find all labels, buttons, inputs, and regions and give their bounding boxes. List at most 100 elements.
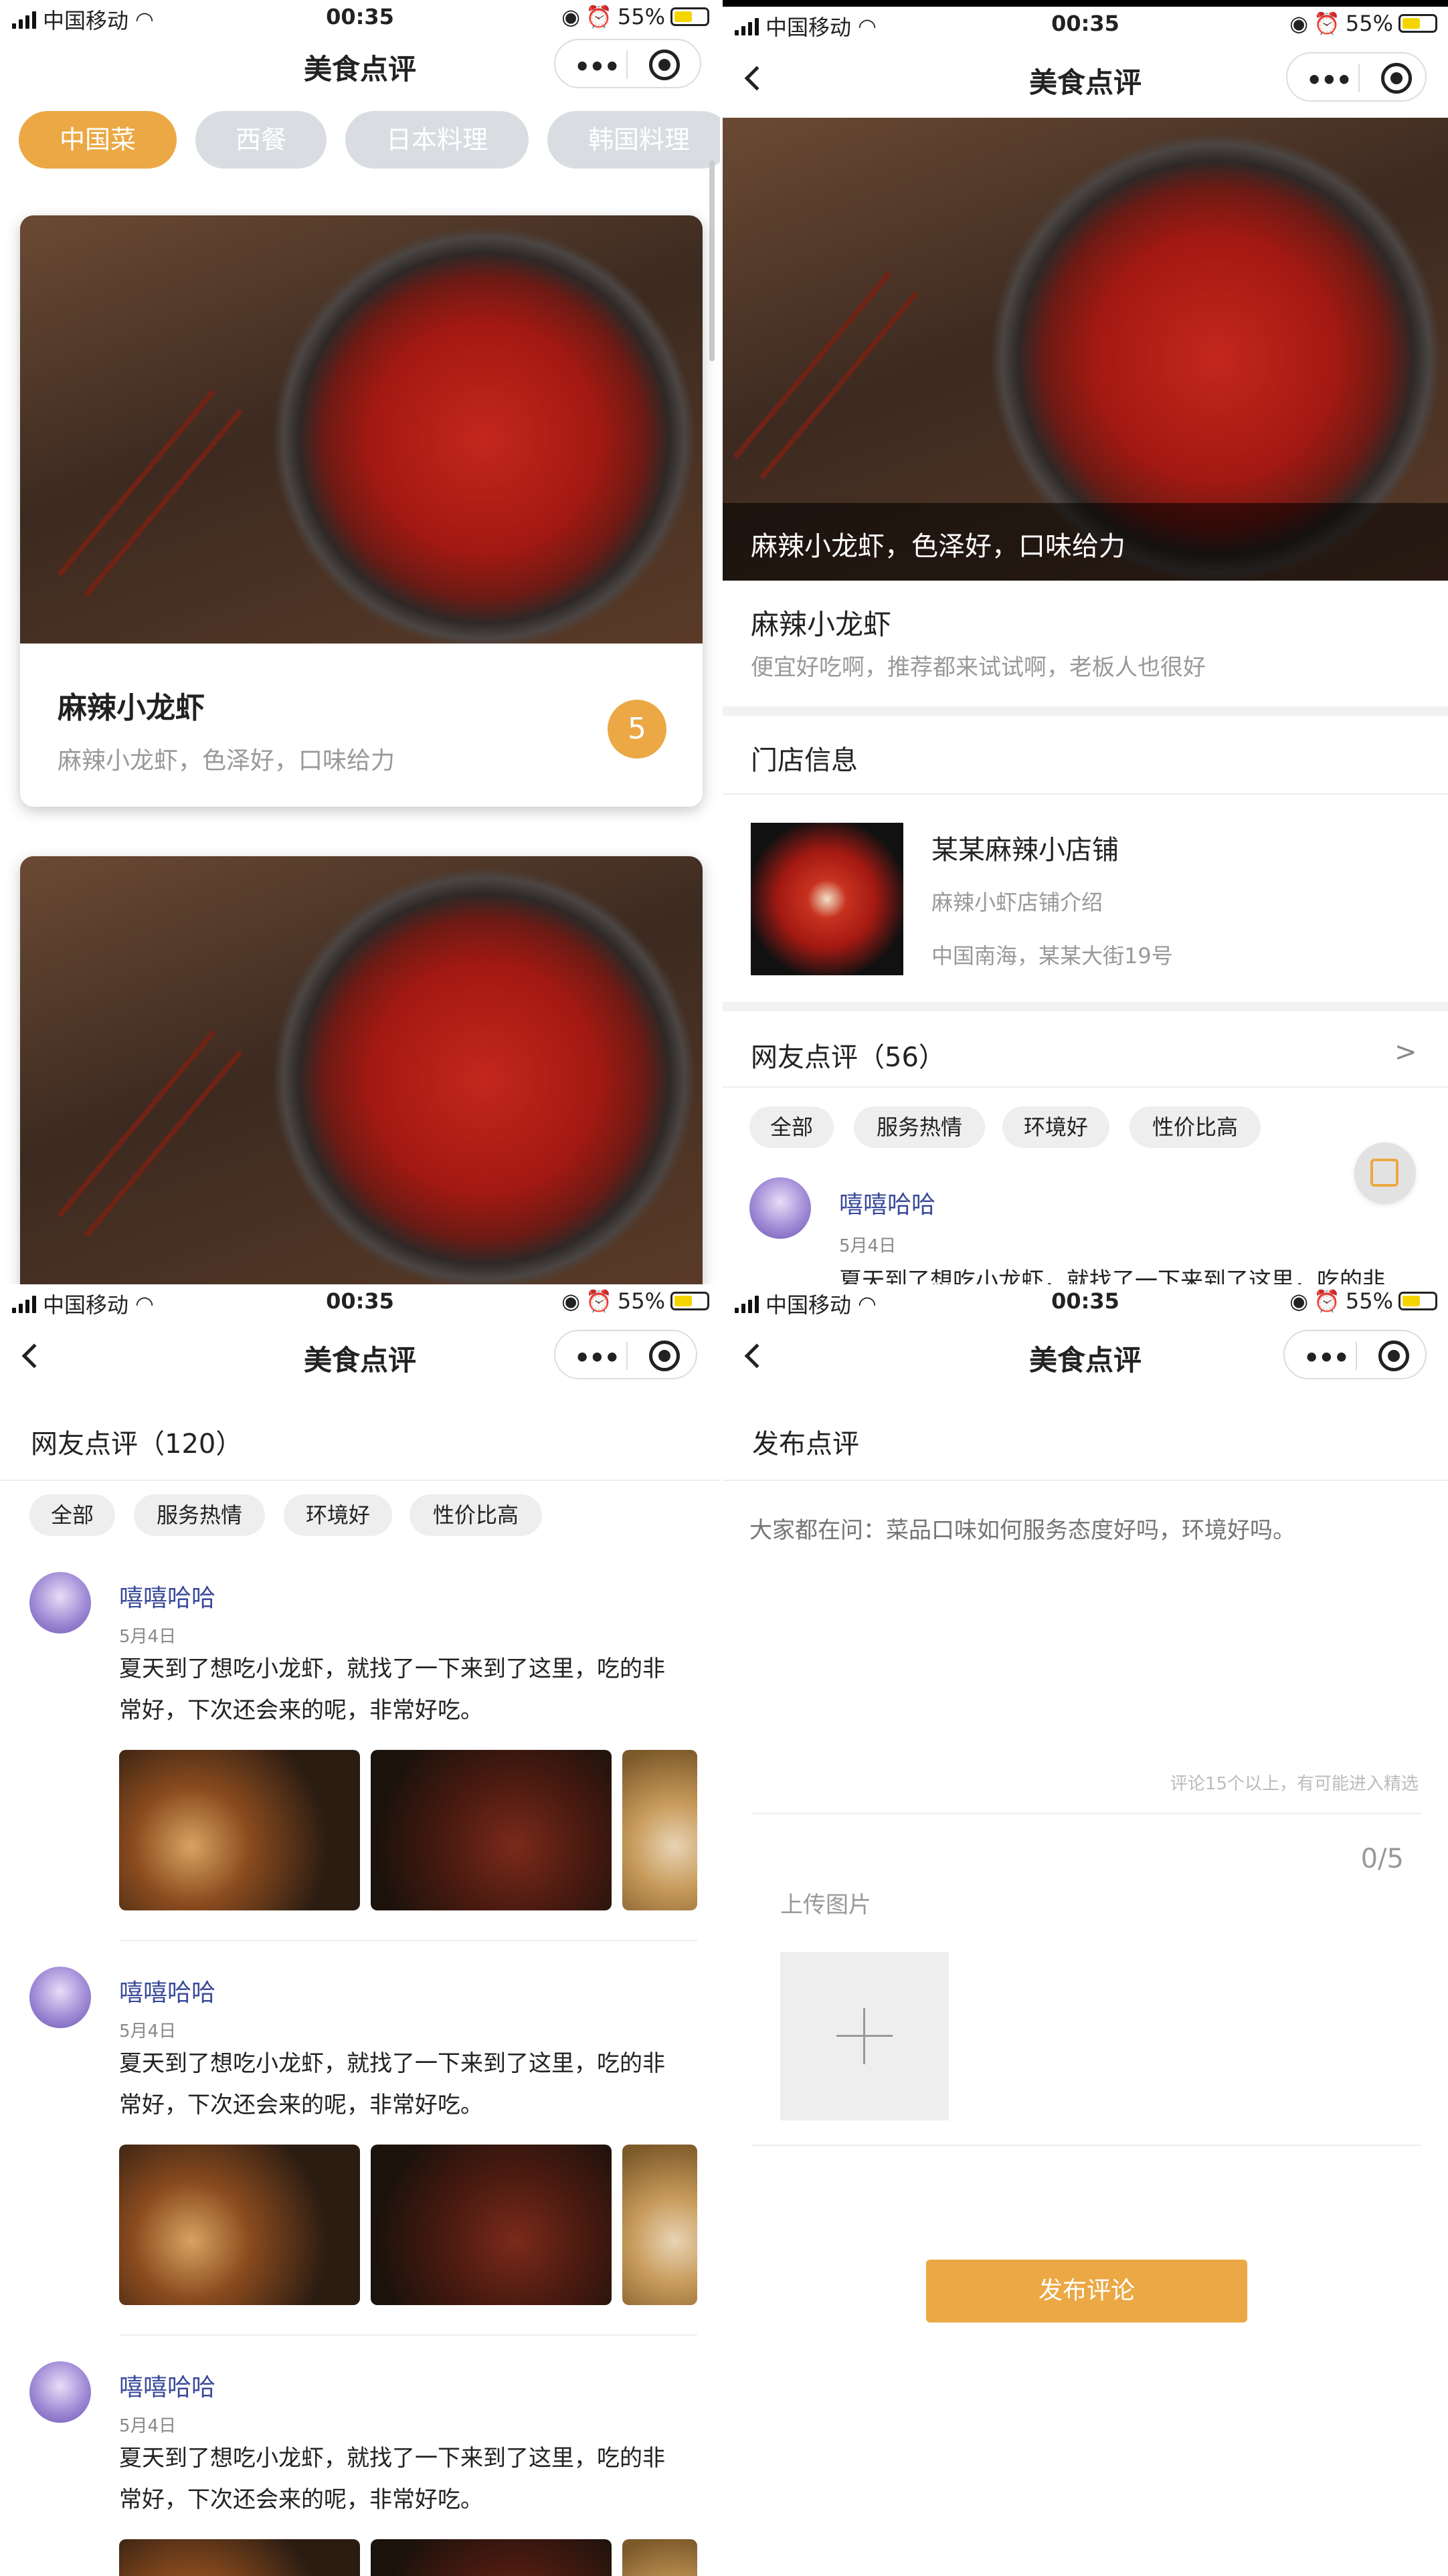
review-photo[interactable] [622,2539,697,2576]
review-photo[interactable] [622,1750,697,1910]
lock-icon: ◉ [1289,1288,1309,1314]
review-user[interactable]: 嘻嘻哈哈 [839,1185,935,1220]
battery-icon [1398,1292,1437,1310]
review-date: 5月4日 [119,1627,177,1647]
review-text: 夏天到了想吃小龙虾，就找了一下来到了这里，吃的非 [839,1268,1385,1284]
alarm-icon: ⏰ [585,1288,612,1314]
review-photo[interactable] [371,1750,612,1910]
battery-icon [670,7,709,26]
more-icon[interactable]: ••• [574,1343,620,1373]
food-card[interactable] [20,856,703,1284]
mini-program-capsule: ••• [554,39,701,88]
detail-screen: 中国移动 ◠ 00:35 ◉ ⏰ 55% 美食点评 ••• 麻辣小龙虾，色泽好，口味给… [723,0,1448,1284]
review-user[interactable]: 嘻嘻哈哈 [119,1579,215,1613]
store-name: 某某麻辣小店铺 [931,835,1119,866]
write-review-button[interactable] [1354,1143,1416,1204]
tag-service[interactable]: 服务热情 [854,1106,985,1148]
tag-all[interactable]: 全部 [749,1106,834,1148]
close-target-icon[interactable] [649,49,680,80]
dish-name: 麻辣小龙虾 [751,608,892,641]
store-image [751,823,903,975]
edit-icon [1370,1159,1398,1187]
close-target-icon[interactable] [1381,63,1412,94]
dish-desc: 便宜好吃啊，推荐都来试试啊，老板人也很好 [751,654,1206,681]
upload-image-button[interactable] [780,1952,949,2120]
mini-program-capsule: ••• [1286,52,1427,102]
avatar [29,1572,91,1633]
alarm-icon: ⏰ [585,4,612,29]
battery-percent: 55% [617,4,665,29]
review-date: 5月4日 [839,1236,897,1256]
store-card[interactable]: 某某麻辣小店铺 麻辣小虾店铺介绍 中国南海，某某大街19号 [723,795,1448,1002]
review-text-line: 常好，下次还会来的呢，非常好吃。 [119,2092,483,2118]
more-icon[interactable]: ••• [1306,66,1352,95]
food-image [20,215,703,643]
review-photo[interactable] [371,2539,612,2576]
card-desc: 麻辣小龙虾，色泽好，口味给力 [58,747,395,775]
review-user[interactable]: 嘻嘻哈哈 [119,2368,215,2403]
review-date: 5月4日 [119,2021,177,2042]
score-badge: 5 [608,700,666,759]
review-text-line: 常好，下次还会来的呢，非常好吃。 [119,1697,483,1724]
nav-bar: 美食点评 ••• [0,1324,720,1385]
review-text-line: 常好，下次还会来的呢，非常好吃。 [119,2486,483,2513]
nav-bar: 美食点评 ••• [0,33,720,94]
tag-value[interactable]: 性价比高 [1129,1106,1261,1148]
alarm-icon: ⏰ [1314,11,1340,36]
reviews-title: 网友点评（120） [31,1429,243,1460]
image-count: 0/5 [1360,1844,1404,1874]
more-icon[interactable]: ••• [574,52,620,82]
store-section-title: 门店信息 [751,745,858,776]
tag-service[interactable]: 服务热情 [134,1494,265,1536]
review-date: 5月4日 [119,2416,177,2436]
tag-environment[interactable]: 环境好 [1002,1106,1109,1148]
battery-percent: 55% [617,1288,665,1314]
tab-korean[interactable]: 韩国料理 [547,111,720,169]
mini-program-capsule: ••• [1283,1330,1427,1379]
close-target-icon[interactable] [1378,1341,1409,1371]
review-textarea[interactable] [749,1512,1419,1699]
tag-all[interactable]: 全部 [29,1494,115,1536]
review-photo[interactable] [622,2145,697,2305]
nav-bar: 美食点评 ••• [723,1324,1448,1385]
upload-label: 上传图片 [780,1892,871,1918]
tag-value[interactable]: 性价比高 [410,1494,542,1536]
submit-review-button[interactable]: 发布评论 [926,2260,1247,2322]
more-icon[interactable]: ••• [1303,1343,1350,1373]
close-target-icon[interactable] [649,1341,680,1371]
reviews-title: 网友点评（56） [751,1042,945,1073]
home-screen: 中国移动 ◠ 00:35 ◉ ⏰ 55% 美食点评 ••• 中国菜 西餐 日本料理 韩… [0,0,720,1284]
alarm-icon: ⏰ [1314,1288,1340,1314]
reviews-more-link[interactable]: > [1394,1037,1417,1068]
status-bar: 中国移动 ◠ 00:35 ◉ ⏰ 55% [723,7,1448,47]
lock-icon: ◉ [561,4,581,29]
review-item: 嘻嘻哈哈 5月4日 夏天到了想吃小龙虾，就找了一下来到了这里，吃的非 常好，下次… [0,1967,720,2361]
tab-japanese[interactable]: 日本料理 [345,111,529,169]
review-user[interactable]: 嘻嘻哈哈 [119,1973,215,2008]
review-photo[interactable] [119,2145,360,2305]
review-text-line: 夏天到了想吃小龙虾，就找了一下来到了这里，吃的非 [119,2445,665,2472]
avatar [749,1177,811,1239]
banner-caption-bar: 麻辣小龙虾，色泽好，口味给力 [723,503,1448,581]
battery-percent: 55% [1345,11,1393,36]
plus-icon [836,2008,893,2064]
tag-environment[interactable]: 环境好 [284,1494,392,1536]
store-intro: 麻辣小虾店铺介绍 [931,890,1103,915]
reviews-screen: 中国移动 ◠ 00:35 ◉ ⏰ 55% 美食点评 ••• 网友点评（120） 全部 … [0,1284,720,2576]
review-text-line: 夏天到了想吃小龙虾，就找了一下来到了这里，吃的非 [119,2050,665,2077]
lock-icon: ◉ [561,1288,581,1314]
review-item: 嘻嘻哈哈 5月4日 夏天到了想吃小龙虾，就找了一下来到了这里，吃的非 常好，下次… [0,2361,720,2576]
review-photo[interactable] [371,2145,612,2305]
food-card[interactable]: 麻辣小龙虾 麻辣小龙虾，色泽好，口味给力 5 [20,215,703,807]
review-photo[interactable] [119,1750,360,1910]
scrollbar[interactable] [709,161,715,361]
tab-western[interactable]: 西餐 [195,111,327,169]
nav-bar: 美食点评 ••• [723,47,1448,107]
tab-chinese[interactable]: 中国菜 [19,111,177,169]
review-photo[interactable] [119,2539,360,2576]
lock-icon: ◉ [1289,11,1309,36]
mini-program-capsule: ••• [554,1330,697,1379]
food-image [20,856,703,1284]
length-hint: 评论15个以上，有可能进入精选 [1170,1774,1419,1794]
store-address: 中国南海，某某大街19号 [931,943,1173,969]
